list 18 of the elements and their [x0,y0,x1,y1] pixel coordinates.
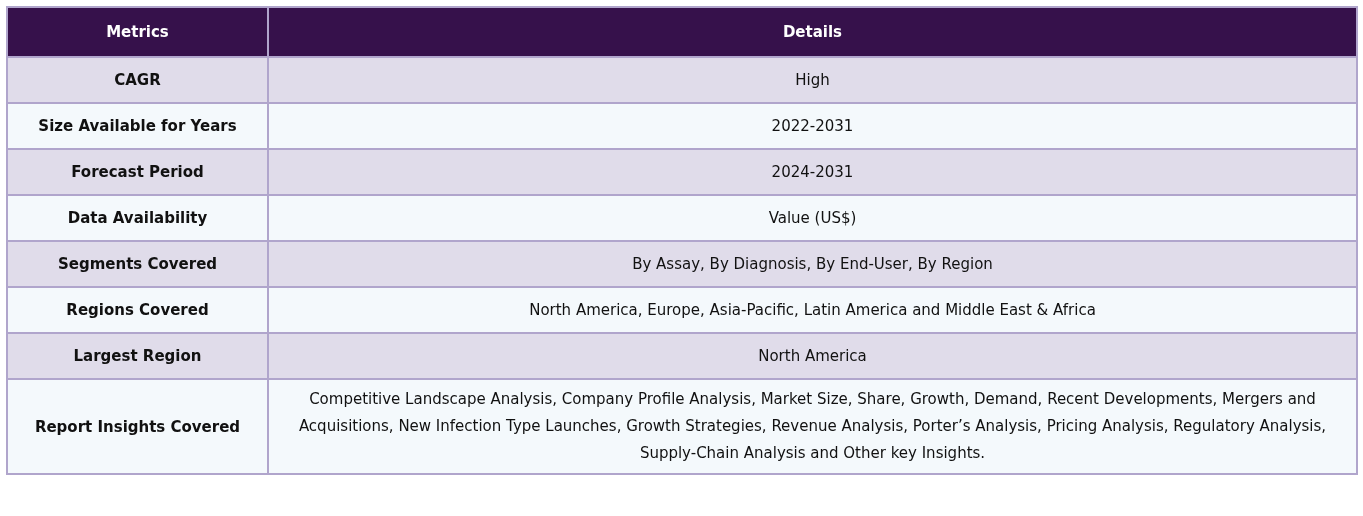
table-cell: Report Insights Covered [7,379,268,474]
table-cell: Data Availability [7,195,268,241]
table-cell: North America, Europe, Asia-Pacific, Latin America and Middle East & Africa [268,287,1357,333]
table-cell: 2024-2031 [268,149,1357,195]
column-header: Metrics [7,7,268,57]
table-cell: CAGR [7,57,268,103]
table-cell: Value (US$) [268,195,1357,241]
table-cell: 2022-2031 [268,103,1357,149]
table-cell: High [268,57,1357,103]
table-cell: North America [268,333,1357,379]
table-cell: Largest Region [7,333,268,379]
table-cell: By Assay, By Diagnosis, By End-User, By Region [268,241,1357,287]
column-header: Details [268,7,1357,57]
table-cell: Segments Covered [7,241,268,287]
table-cell: Competitive Landscape Analysis, Company Profile Analysis, Market Size, Share, Growth, Demand, Recent Developments, Mergers and Acquisitions, New Infection Type Launches, Growth Strategies, Revenue Analysis, Porter’s Analysis, Pricing Analysis, Regulatory Analysis, Supply-Chain Analysis and Other key Insights. [268,379,1357,474]
table-cell: Forecast Period [7,149,268,195]
table-cell: Regions Covered [7,287,268,333]
table-cell: Size Available for Years [7,103,268,149]
